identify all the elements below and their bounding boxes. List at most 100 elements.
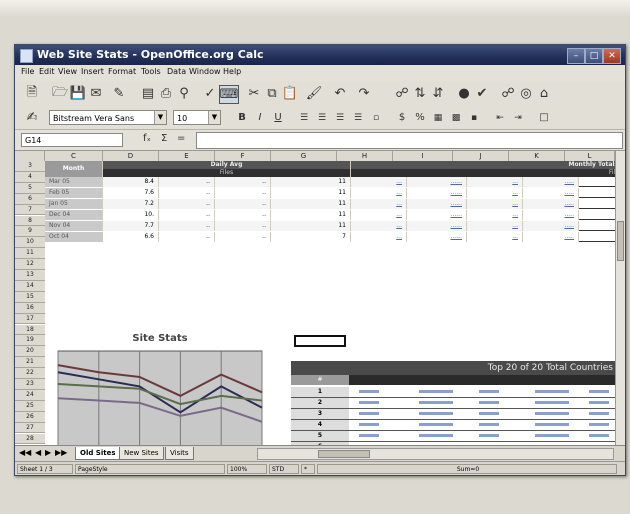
value-cell[interactable]: ... <box>467 209 523 220</box>
undo-icon[interactable]: ↶ <box>331 85 349 102</box>
country-value-cell[interactable] <box>535 434 569 437</box>
row-header[interactable]: 15 <box>15 291 45 303</box>
value-cell[interactable]: .. <box>159 209 215 220</box>
row-header[interactable]: 5 <box>15 182 45 194</box>
column-header[interactable]: C <box>45 151 103 161</box>
edit-file-icon[interactable]: ✎ <box>110 85 128 102</box>
sheet-tab-new-sites[interactable]: New Sites <box>119 447 164 460</box>
value-cell[interactable]: ... <box>467 231 523 242</box>
month-cell[interactable]: Dec 04 <box>45 209 103 220</box>
country-value-cell[interactable] <box>479 434 499 437</box>
value-cell[interactable]: ... <box>351 198 407 209</box>
number-format-icon[interactable]: ▦ <box>429 109 447 126</box>
value-cell[interactable]: .. <box>159 177 215 187</box>
value-cell[interactable]: ... <box>351 177 407 187</box>
value-cell[interactable]: .. <box>215 220 271 231</box>
value-cell[interactable]: ...... <box>407 187 467 198</box>
sort-ascending-icon[interactable]: ⇅ <box>411 85 429 102</box>
font-size-select[interactable]: 10 ▼ <box>173 110 221 125</box>
value-cell[interactable]: .. <box>215 187 271 198</box>
country-value-cell[interactable] <box>535 401 569 404</box>
country-value-cell[interactable] <box>479 390 499 393</box>
merge-cells-icon[interactable]: ▫ <box>367 109 385 126</box>
value-cell[interactable]: ... <box>351 220 407 231</box>
rank-cell[interactable]: 1 <box>291 387 349 397</box>
row-header[interactable]: 18 <box>15 324 45 336</box>
daily-avg-header[interactable]: Daily Avg <box>103 161 351 169</box>
value-cell[interactable]: ..... <box>523 198 579 209</box>
column-header[interactable]: L <box>565 151 615 161</box>
row-header[interactable]: 20 <box>15 346 45 358</box>
row-header[interactable]: 12 <box>15 259 45 270</box>
value-cell[interactable]: ..... <box>523 220 579 231</box>
month-header[interactable]: Month <box>45 161 103 177</box>
country-value-cell[interactable] <box>589 423 609 426</box>
menu-file[interactable]: File <box>21 67 34 76</box>
country-value-cell[interactable] <box>359 401 379 404</box>
value-cell[interactable]: 11 <box>271 177 351 187</box>
redo-icon[interactable]: ↷ <box>355 85 373 102</box>
borders-icon[interactable]: □ <box>535 109 553 126</box>
month-cell[interactable]: Nov 04 <box>45 220 103 231</box>
underline-icon[interactable]: U <box>269 109 287 126</box>
value-cell[interactable]: 8.4 <box>103 177 159 187</box>
rank-cell[interactable]: 4 <box>291 420 349 430</box>
column-header[interactable]: H <box>337 151 393 161</box>
country-value-cell[interactable] <box>419 412 453 415</box>
print-preview-icon[interactable]: ⚲ <box>175 85 193 102</box>
align-left-icon[interactable]: ☰ <box>295 109 313 126</box>
value-cell[interactable]: ..... <box>523 177 579 187</box>
status-mode[interactable]: STD <box>269 464 299 474</box>
value-cell[interactable]: 11 <box>271 209 351 220</box>
country-value-cell[interactable] <box>359 423 379 426</box>
column-header[interactable]: F <box>215 151 271 161</box>
menu-data[interactable]: Data <box>167 67 186 76</box>
row-header[interactable]: 23 <box>15 379 45 390</box>
next-sheet-icon[interactable]: ▶ <box>45 448 51 457</box>
menu-edit[interactable]: Edit <box>39 67 55 76</box>
value-cell[interactable]: ... <box>467 198 523 209</box>
chevron-down-icon[interactable]: ▼ <box>208 111 220 124</box>
country-value-cell[interactable] <box>589 390 609 393</box>
rank-cell[interactable]: 2 <box>291 398 349 408</box>
format-paintbrush-icon[interactable]: 🖌 <box>305 85 323 102</box>
row-header[interactable]: 9 <box>15 226 45 238</box>
value-cell[interactable]: ... <box>467 187 523 198</box>
equals-icon[interactable]: = <box>177 133 185 144</box>
hyperlink-icon[interactable]: ☍ <box>393 85 411 102</box>
first-sheet-icon[interactable]: ◀◀ <box>19 448 31 457</box>
row-header[interactable]: 13 <box>15 270 45 281</box>
country-value-cell[interactable] <box>535 390 569 393</box>
country-value-cell[interactable] <box>419 423 453 426</box>
value-cell[interactable]: .. <box>159 231 215 242</box>
spellcheck-icon[interactable]: ✓ <box>201 85 219 102</box>
value-cell[interactable]: ..... <box>523 209 579 220</box>
value-cell[interactable]: 10. <box>103 209 159 220</box>
value-cell[interactable]: .. <box>215 198 271 209</box>
close-button[interactable]: ✕ <box>603 48 621 64</box>
spreadsheet-grid[interactable]: C D E F G H I J K L 3 4 5 6 7 8 9 10 11 12 13 14 15 1… <box>15 151 625 445</box>
country-value-cell[interactable] <box>479 412 499 415</box>
prev-sheet-icon[interactable]: ◀ <box>35 448 41 457</box>
value-cell[interactable]: .. <box>215 209 271 220</box>
value-cell[interactable]: ...... <box>407 177 467 187</box>
value-cell[interactable]: 11 <box>271 220 351 231</box>
sort-descending-icon[interactable]: ⇵ <box>429 85 447 102</box>
menu-tools[interactable]: Tools <box>141 67 161 76</box>
monthly-files-header[interactable]: Files <box>351 169 625 177</box>
scrollbar-thumb[interactable] <box>617 221 624 261</box>
selected-cell-cursor[interactable] <box>294 335 346 347</box>
sheet-tab-old-sites[interactable]: Old Sites <box>75 447 121 460</box>
column-header[interactable]: I <box>393 151 453 161</box>
column-header[interactable]: J <box>453 151 509 161</box>
value-cell[interactable]: .. <box>215 177 271 187</box>
row-header[interactable]: 28 <box>15 433 45 445</box>
column-header[interactable]: K <box>509 151 565 161</box>
value-cell[interactable]: .. <box>159 198 215 209</box>
month-cell[interactable]: Jan 05 <box>45 198 103 209</box>
country-value-cell[interactable] <box>359 412 379 415</box>
row-header[interactable]: 8 <box>15 215 45 227</box>
row-header[interactable]: 16 <box>15 302 45 314</box>
country-value-cell[interactable] <box>419 434 453 437</box>
export-pdf-icon[interactable]: ▤ <box>139 85 157 102</box>
